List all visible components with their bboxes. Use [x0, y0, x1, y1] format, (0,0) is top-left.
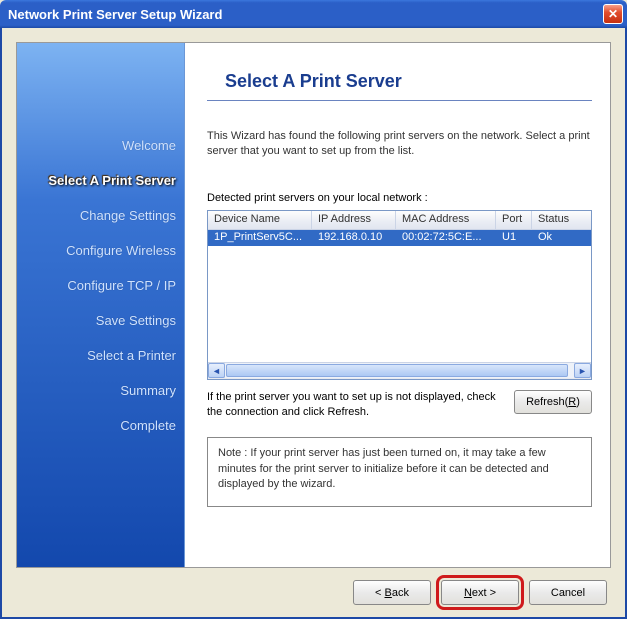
next-button[interactable]: Next >	[441, 580, 519, 605]
window-title: Network Print Server Setup Wizard	[8, 7, 222, 22]
below-table-row: If the print server you want to set up i…	[207, 390, 592, 420]
table-body: 1P_PrintServ5C... 192.168.0.10 00:02:72:…	[208, 230, 591, 362]
back-button[interactable]: < Back	[353, 580, 431, 605]
col-status[interactable]: Status	[532, 211, 591, 229]
close-icon: ✕	[608, 7, 618, 21]
sidebar-item-complete[interactable]: Complete	[120, 418, 176, 433]
dialog-frame: Welcome Select A Print Server Change Set…	[0, 28, 627, 619]
chevron-right-icon: ►	[578, 366, 587, 376]
helper-text: If the print server you want to set up i…	[207, 390, 504, 420]
cell-mac-address: 00:02:72:5C:E...	[396, 230, 496, 246]
next-suffix: ext >	[472, 587, 496, 599]
wizard-buttons: < Back Next > Cancel	[353, 580, 607, 605]
page-title: Select A Print Server	[207, 71, 592, 101]
print-server-table[interactable]: Device Name IP Address MAC Address Port …	[207, 210, 592, 380]
content-area: Select A Print Server This Wizard has fo…	[185, 43, 610, 567]
cell-status: Ok	[532, 230, 591, 246]
sidebar-item-select-printer[interactable]: Select a Printer	[87, 348, 176, 363]
col-port[interactable]: Port	[496, 211, 532, 229]
note-box: Note : If your print server has just bee…	[207, 437, 592, 507]
close-button[interactable]: ✕	[603, 4, 623, 24]
sidebar-item-summary[interactable]: Summary	[120, 383, 176, 398]
chevron-left-icon: ◄	[212, 366, 221, 376]
sidebar-item-configure-wireless[interactable]: Configure Wireless	[66, 243, 176, 258]
refresh-button[interactable]: Refresh(R)	[514, 390, 592, 414]
sidebar-item-save-settings[interactable]: Save Settings	[96, 313, 176, 328]
titlebar: Network Print Server Setup Wizard ✕	[0, 0, 627, 28]
cancel-button[interactable]: Cancel	[529, 580, 607, 605]
next-accel: N	[464, 587, 472, 599]
back-accel: B	[385, 587, 392, 599]
table-row[interactable]: 1P_PrintServ5C... 192.168.0.10 00:02:72:…	[208, 230, 591, 246]
sidebar: Welcome Select A Print Server Change Set…	[17, 43, 185, 567]
col-ip-address[interactable]: IP Address	[312, 211, 396, 229]
col-device-name[interactable]: Device Name	[208, 211, 312, 229]
back-suffix: ack	[392, 587, 409, 599]
scroll-track[interactable]	[225, 363, 574, 378]
refresh-label-prefix: Refresh(	[526, 396, 568, 408]
back-prefix: <	[375, 587, 384, 599]
col-mac-address[interactable]: MAC Address	[396, 211, 496, 229]
sidebar-item-welcome[interactable]: Welcome	[122, 138, 176, 153]
refresh-label-tail: )	[576, 396, 580, 408]
sidebar-item-select-print-server[interactable]: Select A Print Server	[48, 173, 176, 188]
inner-panel: Welcome Select A Print Server Change Set…	[16, 42, 611, 568]
scroll-right-button[interactable]: ►	[574, 363, 591, 378]
sidebar-item-change-settings[interactable]: Change Settings	[80, 208, 176, 223]
horizontal-scrollbar[interactable]: ◄ ►	[208, 362, 591, 379]
intro-text: This Wizard has found the following prin…	[207, 129, 592, 160]
scroll-thumb[interactable]	[226, 364, 568, 377]
cell-ip-address: 192.168.0.10	[312, 230, 396, 246]
sidebar-item-configure-tcpip[interactable]: Configure TCP / IP	[67, 278, 176, 293]
detected-label: Detected print servers on your local net…	[207, 192, 592, 204]
cell-port: U1	[496, 230, 532, 246]
table-header: Device Name IP Address MAC Address Port …	[208, 211, 591, 230]
cell-device-name: 1P_PrintServ5C...	[208, 230, 312, 246]
scroll-left-button[interactable]: ◄	[208, 363, 225, 378]
